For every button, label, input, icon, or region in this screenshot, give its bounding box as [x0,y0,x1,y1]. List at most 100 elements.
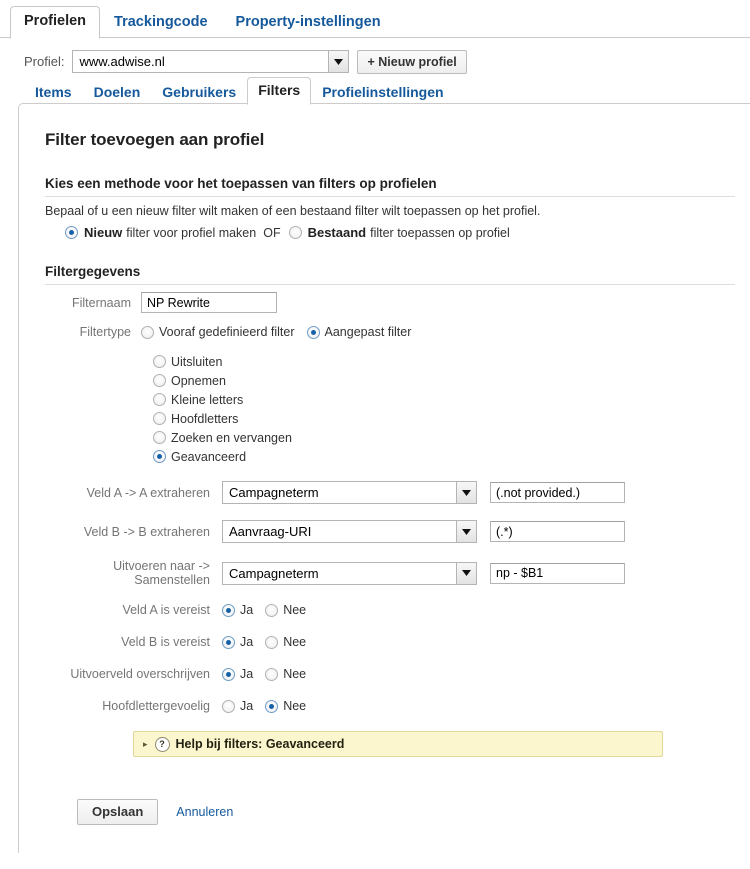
filter-type-option-kleine-letters[interactable]: Kleine letters [153,391,740,408]
filtertype-custom-option[interactable]: Aangepast filter [306,325,412,339]
yesno-option-label: Nee [283,667,307,681]
yesno-option-yes[interactable]: Ja [222,603,253,617]
secondary-tab-filters[interactable]: Filters [247,77,312,105]
advanced-field-select[interactable]: Campagneterm [222,481,477,504]
yesno-option-yes[interactable]: Ja [222,667,253,681]
primary-tab-profielen[interactable]: Profielen [10,6,101,39]
advanced-field-rows: Veld A -> A extraheren Campagneterm Veld B… [45,481,740,587]
secondary-tab-gebruikers[interactable]: Gebruikers [151,80,247,105]
method-or-separator: OF [263,225,281,240]
radio-custom-filter[interactable] [306,325,320,339]
chevron-down-icon[interactable] [456,482,476,503]
yesno-option-no[interactable]: Nee [265,603,306,617]
help-bar-label: Help bij filters: Geavanceerd [175,737,345,751]
radio-geavanceerd[interactable] [153,450,166,463]
question-mark-icon: ? [154,736,170,752]
radio-no[interactable] [265,603,279,617]
radio-hoofdletters[interactable] [153,412,166,425]
filtername-input[interactable] [141,292,277,313]
existing-filter-strong-label: Bestaand [307,225,367,240]
filter-type-option-uitsluiten[interactable]: Uitsluiten [153,353,740,370]
radio-zoeken-en-vervangen[interactable] [153,431,166,444]
existing-filter-rest-label: filter toepassen op profiel [370,225,510,240]
primary-tab-list: Profielen Trackingcode Property-instelling… [10,0,750,39]
yesno-option-label: Nee [283,699,307,713]
form-footer: Opslaan Annuleren [45,799,740,825]
radio-yes[interactable] [222,603,235,617]
filtertype-predefined-label: Vooraf gedefinieerd filter [159,325,295,339]
new-filter-strong-label: Nieuw [84,225,123,240]
advanced-field-select[interactable]: Campagneterm [222,561,477,585]
radio-yes[interactable] [222,635,235,649]
yesno-option-no[interactable]: Nee [265,667,306,681]
details-section-divider [45,284,735,285]
radio-no[interactable] [265,667,279,681]
advanced-pattern-input[interactable] [490,482,625,503]
secondary-tab-profielinstellingen[interactable]: Profielinstellingen [311,80,454,105]
new-profile-button[interactable]: + Nieuw profiel [357,49,467,74]
expand-triangle-icon: ▸ [143,738,148,749]
yesno-option-label: Ja [240,603,254,617]
new-filter-rest-label: filter voor profiel maken [126,225,257,240]
help-bar[interactable]: ▸ ? Help bij filters: Geavanceerd [133,731,663,757]
filtername-row: Filternaam [45,292,740,313]
filtertype-custom-label: Aangepast filter [324,325,412,339]
yesno-option-label: Nee [283,635,307,649]
yesno-row-label: Veld B is vereist [121,635,210,649]
filter-type-option-geavanceerd[interactable]: Geavanceerd [153,448,740,465]
filter-type-option-zoeken-en-vervangen[interactable]: Zoeken en vervangen [153,429,740,446]
filter-type-option-label: Hoofdletters [171,411,239,426]
radio-new-filter[interactable] [65,226,78,239]
advanced-row: Veld A -> A extraheren Campagneterm [45,481,740,504]
filter-type-option-hoofdletters[interactable]: Hoofdletters [153,410,740,427]
filter-type-option-label: Kleine letters [171,392,244,407]
radio-predefined-filter[interactable] [141,325,154,339]
yesno-option-no[interactable]: Nee [265,635,306,649]
advanced-row: Uitvoeren naar -> Samenstellen Campagnete… [45,559,740,587]
primary-tab-property-instellingen[interactable]: Property-instellingen [222,8,395,39]
filtername-label: Filternaam [71,295,131,310]
primary-tab-trackingcode[interactable]: Trackingcode [100,8,221,39]
cancel-link[interactable]: Annuleren [176,805,233,819]
filtertype-predefined-option[interactable]: Vooraf gedefinieerd filter [141,325,295,339]
radio-yes[interactable] [222,699,235,713]
radio-uitsluiten[interactable] [153,355,166,368]
yesno-option-no[interactable]: Nee [265,699,306,713]
advanced-field-select-value: Campagneterm [229,565,319,581]
advanced-row-label: Veld A -> A extraheren [86,485,210,500]
advanced-row-label: Uitvoeren naar -> Samenstellen [113,559,210,587]
yesno-row: Veld A is vereist Ja Nee [45,603,740,617]
radio-yes[interactable] [222,667,235,681]
yesno-option-yes[interactable]: Ja [222,635,253,649]
yesno-option-label: Ja [240,699,254,713]
yesno-option-label: Ja [240,635,254,649]
filtertype-row: Filtertype Vooraf gedefinieerd filter Aa… [45,325,740,339]
radio-no[interactable] [265,635,279,649]
yesno-option-yes[interactable]: Ja [222,699,253,713]
advanced-pattern-input[interactable] [490,521,625,542]
yesno-row: Hoofdlettergevoelig Ja Nee [45,699,740,713]
advanced-row-label: Veld B -> B extraheren [83,524,210,539]
chevron-down-icon[interactable] [456,562,476,584]
filter-details-section: Filtergegevens Filternaam Filtertype Voo… [45,264,740,825]
secondary-tab-items[interactable]: Items [24,80,83,105]
advanced-pattern-input[interactable] [490,562,625,584]
custom-filter-type-list: Uitsluiten Opnemen Kleine letters Hoofdlett… [45,353,740,465]
advanced-field-select[interactable]: Aanvraag-URI [222,520,477,543]
radio-kleine-letters[interactable] [153,393,166,406]
filter-type-option-opnemen[interactable]: Opnemen [153,372,740,389]
chevron-down-icon[interactable] [328,51,349,72]
secondary-tab-doelen[interactable]: Doelen [83,80,152,105]
method-section-heading: Kies een methode voor het toepassen van … [45,176,437,191]
radio-no[interactable] [265,699,279,713]
advanced-field-select-value: Aanvraag-URI [229,524,312,539]
chevron-down-icon[interactable] [456,521,476,542]
method-section-divider [45,196,735,197]
radio-opnemen[interactable] [153,374,166,387]
filter-type-option-label: Uitsluiten [171,354,223,369]
profile-select[interactable]: www.adwise.nl [72,50,350,73]
radio-existing-filter[interactable] [288,226,302,239]
save-button[interactable]: Opslaan [77,799,159,825]
advanced-yesno-rows: Veld A is vereist Ja Nee Veld B is vereist J… [45,603,740,713]
yesno-row: Uitvoerveld overschrijven Ja Nee [45,667,740,681]
